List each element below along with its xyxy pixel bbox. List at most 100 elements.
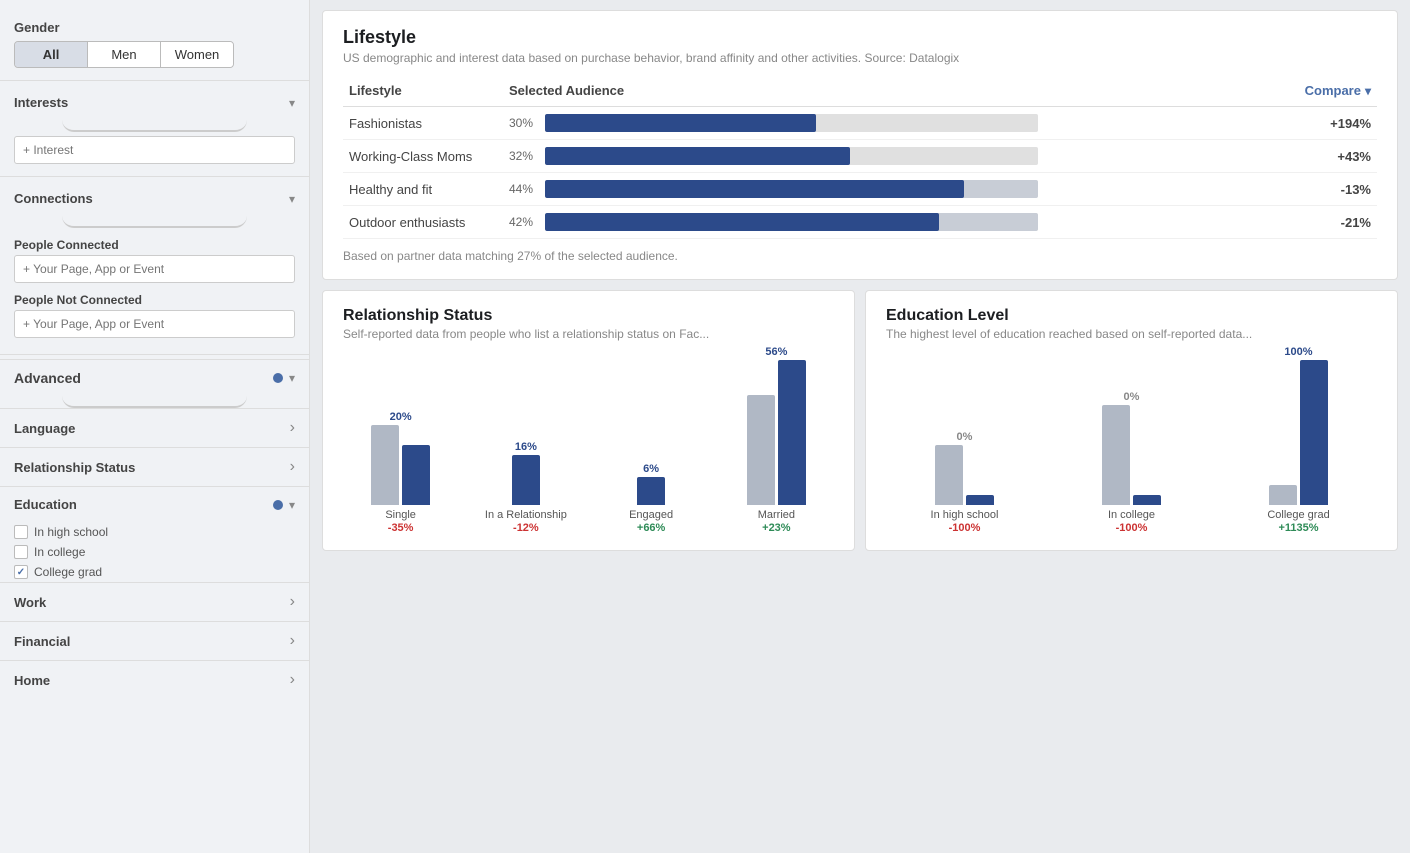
lifestyle-row-compare: +43% (1044, 140, 1377, 173)
connections-label: Connections (14, 191, 93, 206)
education-bar-col: 0% (886, 355, 1043, 505)
advanced-chevron-icon (289, 371, 295, 385)
work-arrow-icon (290, 593, 295, 611)
lifestyle-row-compare: -21% (1044, 206, 1377, 239)
lifestyle-bar-track (545, 180, 1038, 198)
lifestyle-table-row: Working-Class Moms 32% +43% (343, 140, 1377, 173)
interest-input[interactable] (14, 136, 295, 164)
edu-axis-pct: -100% (1053, 522, 1210, 534)
lifestyle-row-pct: 44% (509, 182, 539, 196)
rel-axis-name: Engaged (594, 509, 709, 521)
lifestyle-row-pct: 32% (509, 149, 539, 163)
education-level-title: Education Level (886, 307, 1377, 325)
interests-input-area (0, 132, 309, 172)
interests-collapse-row[interactable]: Interests (0, 85, 309, 120)
connections-input-area: People Connected People Not Connected (0, 228, 309, 350)
lifestyle-row-pct: 30% (509, 116, 539, 130)
lifestyle-row-compare: -13% (1044, 173, 1377, 206)
advanced-label: Advanced (14, 370, 267, 386)
edu-bar-blue (966, 495, 994, 505)
people-not-connected-input[interactable] (14, 310, 295, 338)
sidebar: Gender All Men Women Interests Connectio… (0, 0, 310, 853)
connections-collapse-row[interactable]: Connections (0, 181, 309, 216)
education-checkbox-high-school[interactable]: In high school (0, 522, 309, 542)
rel-axis-pct: -12% (468, 522, 583, 534)
lifestyle-row-label: Working-Class Moms (343, 140, 503, 173)
lifestyle-title: Lifestyle (343, 27, 1377, 48)
rel-axis-item: Single -35% (343, 509, 458, 534)
sidebar-item-financial[interactable]: Financial (0, 621, 309, 660)
relationship-status-label: Relationship Status (14, 460, 135, 475)
lifestyle-bar-fill (545, 180, 964, 198)
edu-bar-top-label: 0% (957, 431, 973, 443)
bottom-row: Relationship Status Self-reported data f… (322, 290, 1398, 551)
lifestyle-row-label: Outdoor enthusiasts (343, 206, 503, 239)
compare-label: Compare (1305, 83, 1361, 98)
relationship-status-title: Relationship Status (343, 307, 834, 325)
sidebar-item-home[interactable]: Home (0, 660, 309, 699)
sidebar-item-work[interactable]: Work (0, 582, 309, 621)
work-label: Work (14, 595, 46, 610)
gender-women-button[interactable]: Women (161, 42, 233, 67)
rel-bar-gray (747, 395, 775, 505)
high-school-checkbox[interactable] (14, 525, 28, 539)
lifestyle-bar-fill (545, 213, 939, 231)
rel-bar-top-label: 6% (643, 463, 659, 475)
sidebar-item-education[interactable]: Education (0, 486, 309, 522)
people-connected-input[interactable] (14, 255, 295, 283)
financial-label: Financial (14, 634, 70, 649)
edu-axis-name: In high school (886, 509, 1043, 521)
education-label: Education (14, 497, 267, 512)
lifestyle-bar-fill (545, 114, 816, 132)
rel-bar-top-label: 56% (765, 346, 787, 358)
connections-chevron-icon (289, 192, 295, 206)
relationship-bar-col: 16% (468, 355, 583, 505)
edu-axis-pct: +1135% (1220, 522, 1377, 534)
advanced-row[interactable]: Advanced (0, 359, 309, 396)
rel-axis-name: Married (719, 509, 834, 521)
lifestyle-bar-fill (545, 147, 850, 165)
lifestyle-row-label: Fashionistas (343, 107, 503, 140)
home-arrow-icon (290, 671, 295, 689)
lifestyle-bar-track (545, 114, 1038, 132)
edu-bar-blue (1133, 495, 1161, 505)
rel-axis-pct: +66% (594, 522, 709, 534)
high-school-label: In high school (34, 525, 108, 539)
gender-section: Gender All Men Women (0, 12, 309, 76)
gender-men-button[interactable]: Men (88, 42, 161, 67)
rel-axis-name: Single (343, 509, 458, 521)
sidebar-item-language[interactable]: Language (0, 408, 309, 447)
lifestyle-subtitle: US demographic and interest data based o… (343, 51, 1377, 65)
edu-bar-blue (1300, 360, 1328, 505)
home-label: Home (14, 673, 50, 688)
rel-bar-blue (637, 477, 665, 505)
edu-axis-item: College grad +1135% (1220, 509, 1377, 534)
col-compare-header[interactable]: Compare ▾ (1044, 79, 1377, 107)
interests-label: Interests (14, 95, 68, 110)
college-grad-checkbox[interactable]: ✓ (14, 565, 28, 579)
people-connected-label: People Connected (14, 238, 295, 252)
in-college-checkbox[interactable] (14, 545, 28, 559)
rel-bar-blue (512, 455, 540, 505)
edu-bar-gray (935, 445, 963, 505)
rel-axis-pct: -35% (343, 522, 458, 534)
gender-all-button[interactable]: All (15, 42, 88, 67)
sidebar-item-relationship-status[interactable]: Relationship Status (0, 447, 309, 486)
language-arrow-icon (290, 419, 295, 437)
lifestyle-table-row: Healthy and fit 44% -13% (343, 173, 1377, 206)
advanced-dot-icon (273, 373, 283, 383)
edu-axis-name: College grad (1220, 509, 1377, 521)
relationship-bar-col: 20% (343, 355, 458, 505)
rel-bar-top-label: 20% (390, 411, 412, 423)
lifestyle-bar-track (545, 213, 1038, 231)
financial-arrow-icon (290, 632, 295, 650)
people-not-connected-label: People Not Connected (14, 293, 295, 307)
lifestyle-bar-track (545, 147, 1038, 165)
lifestyle-footer: Based on partner data matching 27% of th… (343, 249, 1377, 263)
main-content: Lifestyle US demographic and interest da… (310, 0, 1410, 853)
gender-button-group: All Men Women (14, 41, 234, 68)
education-checkbox-college[interactable]: In college (0, 542, 309, 562)
lifestyle-card: Lifestyle US demographic and interest da… (322, 10, 1398, 280)
education-checkbox-college-grad[interactable]: ✓ College grad (0, 562, 309, 582)
lifestyle-table-row: Fashionistas 30% +194% (343, 107, 1377, 140)
